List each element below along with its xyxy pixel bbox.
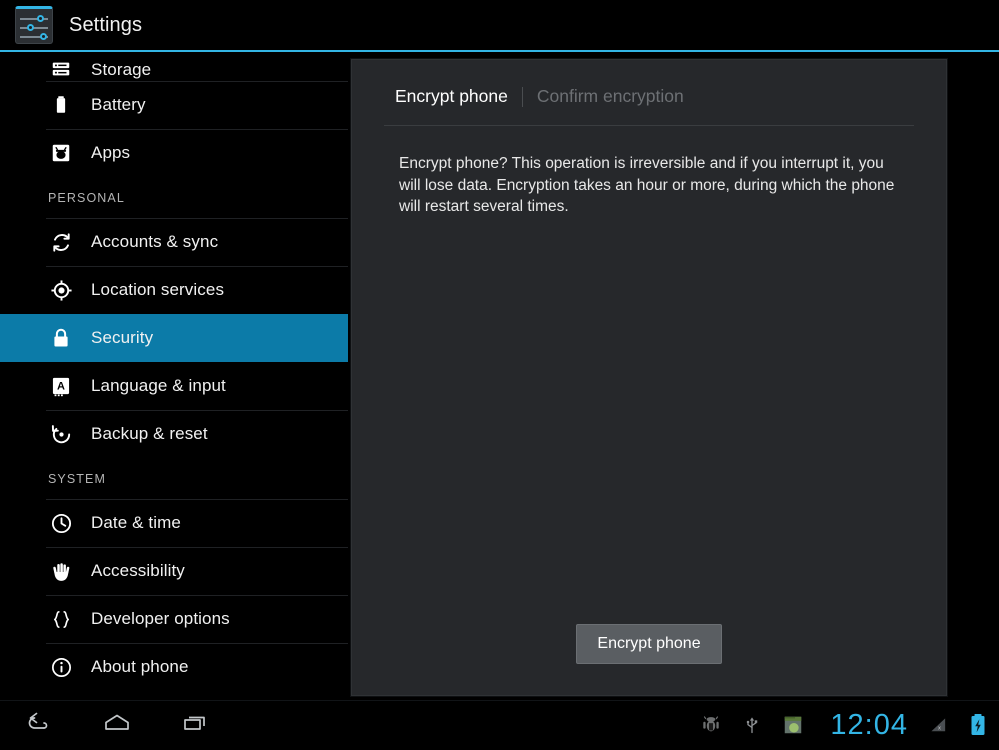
sidebar-item-label: Date & time <box>91 513 181 532</box>
sidebar-item-label: Storage <box>91 60 152 79</box>
recent-apps-icon <box>178 711 212 740</box>
app-notification-icon <box>782 714 804 736</box>
panel-tab-bar[interactable]: Encrypt phone Confirm encryption <box>351 59 947 107</box>
home-icon <box>100 711 134 740</box>
sidebar-item-label: Accounts & sync <box>91 232 219 251</box>
apps-icon <box>48 140 74 166</box>
sidebar-item-developer-options[interactable]: Developer options <box>0 595 348 643</box>
language-icon: A <box>48 373 74 399</box>
storage-icon <box>48 62 74 80</box>
sidebar-item-security[interactable]: Security <box>0 314 348 362</box>
sidebar-item-apps[interactable]: Apps <box>0 129 348 177</box>
sidebar-section-system: SYSTEM <box>48 471 106 486</box>
sidebar-item-label: Developer options <box>91 609 230 628</box>
battery-icon <box>48 92 74 118</box>
backup-icon <box>48 421 74 447</box>
system-navigation-bar[interactable]: 12:04 x <box>0 700 999 749</box>
sidebar-item-location-services[interactable]: Location services <box>0 266 348 314</box>
sidebar-item-label: Location services <box>91 280 225 299</box>
sidebar-item-language-input[interactable]: A Language & input <box>0 362 348 410</box>
encrypt-warning-text: Encrypt phone? This operation is irrever… <box>399 155 895 215</box>
encrypt-phone-panel: Encrypt phone Confirm encryption Encrypt… <box>350 58 948 697</box>
sync-icon <box>48 229 74 255</box>
sidebar-item-date-time[interactable]: Date & time <box>0 499 348 547</box>
svg-text:x: x <box>938 725 941 731</box>
sidebar-item-label: Security <box>91 328 154 347</box>
adb-debug-icon <box>700 714 722 736</box>
svg-text:A: A <box>57 381 65 393</box>
braces-icon <box>48 606 74 632</box>
sidebar-item-label: Backup & reset <box>91 424 208 443</box>
sidebar-item-storage[interactable]: Storage <box>0 52 348 81</box>
sidebar-item-label: Battery <box>91 95 146 114</box>
sidebar-item-label: Language & input <box>91 376 226 395</box>
panel-divider <box>384 125 914 126</box>
sidebar-item-label: Accessibility <box>91 561 185 580</box>
back-arrow-icon <box>22 711 56 740</box>
settings-sidebar[interactable]: Storage Battery Apps PERSONAL Accounts &… <box>0 52 348 697</box>
sidebar-item-battery[interactable]: Battery <box>0 81 348 129</box>
sidebar-item-label: Apps <box>91 143 131 162</box>
lock-icon <box>48 325 74 351</box>
tab-separator <box>521 86 523 107</box>
battery-charging-icon <box>969 713 987 737</box>
back-button[interactable] <box>0 701 78 750</box>
status-icons-area[interactable]: 12:04 x <box>680 709 999 742</box>
tab-encrypt-phone[interactable]: Encrypt phone <box>395 86 508 107</box>
signal-no-service-icon: x <box>928 715 949 735</box>
action-bar: Settings <box>0 0 999 52</box>
sidebar-item-accounts-sync[interactable]: Accounts & sync <box>0 218 348 266</box>
location-icon <box>48 277 74 303</box>
sidebar-item-accessibility[interactable]: Accessibility <box>0 547 348 595</box>
tab-confirm-encryption[interactable]: Confirm encryption <box>537 86 684 107</box>
sidebar-section-personal: PERSONAL <box>48 190 125 205</box>
app-title: Settings <box>69 13 143 36</box>
hand-icon <box>48 558 74 584</box>
action-button-row: Encrypt phone <box>351 624 947 664</box>
sidebar-item-label: About phone <box>91 657 189 676</box>
sidebar-item-about-phone[interactable]: About phone <box>0 643 348 691</box>
usb-icon <box>742 714 762 736</box>
home-button[interactable] <box>78 701 156 750</box>
encrypt-phone-button[interactable]: Encrypt phone <box>576 624 722 664</box>
status-clock: 12:04 <box>830 708 908 741</box>
sidebar-item-backup-reset[interactable]: Backup & reset <box>0 410 348 458</box>
recent-apps-button[interactable] <box>156 701 234 750</box>
settings-sliders-icon[interactable] <box>15 6 53 44</box>
info-icon <box>48 654 74 680</box>
clock-icon <box>48 510 74 536</box>
